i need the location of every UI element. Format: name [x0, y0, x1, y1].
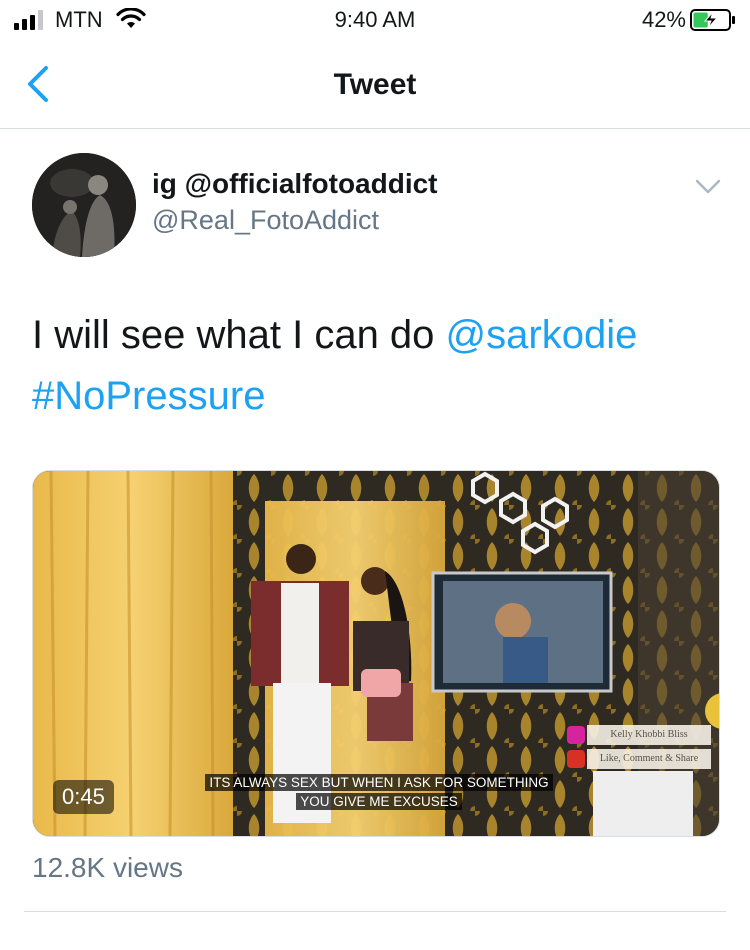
avatar[interactable] [32, 153, 136, 257]
clock: 9:40 AM [334, 7, 416, 32]
author-handle[interactable]: @Real_FotoAddict [152, 205, 379, 236]
divider [24, 911, 726, 912]
subtitle-line-2: YOU GIVE ME EXCUSES [296, 793, 462, 810]
hashtag-link[interactable]: #NoPressure [32, 374, 265, 418]
instagram-icon [567, 726, 585, 744]
video-player[interactable]: Kelly Khobbi Bliss Like, Comment & Share… [32, 470, 720, 837]
tweet-text-plain: I will see what I can do [32, 313, 446, 357]
view-count: 12.8K views [32, 852, 183, 883]
nav-bar: Tweet [0, 44, 750, 129]
status-bar: MTN 9:40 AM 42% [0, 0, 750, 40]
page-title: Tweet [333, 68, 417, 101]
battery-percent: 42% [641, 7, 686, 32]
video-subtitles: ITS ALWAYS SEX BUT WHEN I ASK FOR SOMETH… [199, 773, 559, 811]
chevron-down-icon[interactable] [694, 178, 722, 196]
tweet-text: I will see what I can do @sarkodie #NoPr… [32, 305, 722, 427]
video-duration: 0:45 [53, 780, 114, 814]
battery-charging-icon [690, 9, 735, 31]
author-name[interactable]: ig @officialfotoaddict [152, 168, 438, 200]
channel-watermark: Kelly Khobbi Bliss Like, Comment & Share [567, 725, 713, 771]
channel-name: Kelly Khobbi Bliss [587, 725, 711, 745]
subtitle-line-1: ITS ALWAYS SEX BUT WHEN I ASK FOR SOMETH… [205, 774, 553, 791]
youtube-icon [567, 750, 585, 768]
mention-link[interactable]: @sarkodie [446, 313, 638, 357]
channel-cta: Like, Comment & Share [587, 749, 711, 769]
